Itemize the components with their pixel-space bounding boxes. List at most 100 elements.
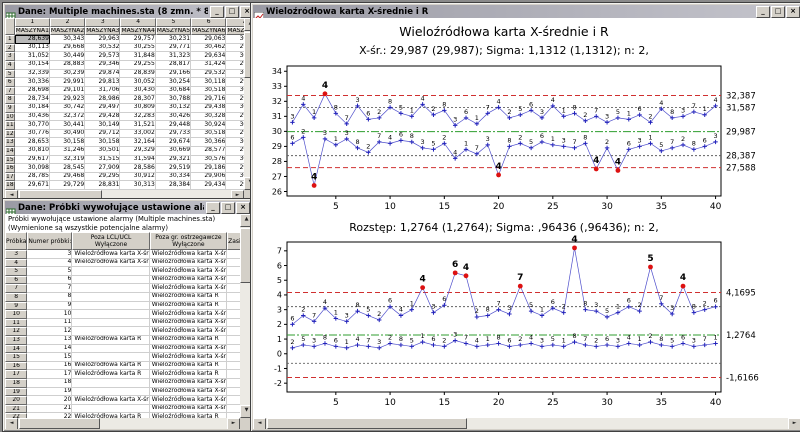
data-cell[interactable]: 30,776 [15,130,50,139]
scroll-left-button[interactable]: ◄ [5,418,18,429]
data-cell[interactable]: 28,545 [50,164,85,173]
column-index-header[interactable]: 2 [50,18,85,27]
data-cell[interactable]: 30,430 [120,87,155,96]
extra-cell[interactable] [227,284,240,293]
lcl-alarm-cell[interactable]: Wieloźródłowa karta R [72,370,149,379]
data-cell[interactable]: 30,436 [15,113,50,122]
warning-alarm-cell[interactable]: Wieloźródłowa karta X-śr [150,388,227,397]
extra-cell[interactable] [227,259,240,268]
data-cell[interactable]: 29,813 [85,78,120,87]
data-cell[interactable]: 28,577 [191,147,226,156]
alarms-column-header[interactable]: Poza gr. ostrzegawczeWyłączone [150,232,227,250]
row-number[interactable]: 1 [5,35,15,44]
data-cell[interactable]: 28,698 [15,87,50,96]
data-cell[interactable]: 30,255 [120,44,155,53]
data-cell[interactable]: 29,941 [226,130,244,139]
warning-alarm-cell[interactable]: Wieloźródłowa karta X-śr [150,319,227,328]
data-cell[interactable]: 28,986 [85,95,120,104]
data-cell[interactable]: 30,770 [15,121,50,130]
data-cell[interactable]: 29,255 [120,61,155,70]
extra-cell[interactable] [227,327,240,336]
data-cell[interactable]: 31,052 [15,52,50,61]
column-index-header[interactable]: 4 [120,18,155,27]
data-cell[interactable]: 29,991 [50,78,85,87]
extra-cell[interactable] [227,336,240,345]
sample-number-cell[interactable]: 6 [27,276,72,285]
data-cell[interactable]: 29,346 [85,61,120,70]
sheet-corner[interactable] [5,18,15,35]
row-number[interactable]: 19 [5,388,27,397]
row-number[interactable]: 7 [5,87,15,96]
data-cell[interactable]: 29,818 [226,113,244,122]
data-cell[interactable]: 29,712 [85,130,120,139]
data-cell[interactable]: 29,668 [50,44,85,53]
row-number[interactable]: 16 [5,164,15,173]
data-cell[interactable]: 30,274 [226,104,244,113]
data-cell[interactable]: 28,831 [85,181,120,190]
column-name-header[interactable]: MASZYNA1 [15,27,50,36]
sample-number-cell[interactable]: 18 [27,379,72,388]
extra-cell[interactable] [227,345,240,354]
data-cell[interactable]: 30,098 [15,164,50,173]
data-cell[interactable]: 29,350 [226,95,244,104]
column-index-header[interactable]: 3 [85,18,120,27]
titlebar-chart[interactable]: Wieloźródłowa karta X-średnie i R _ □ × [253,5,800,18]
data-cell[interactable]: 29,912 [226,181,244,190]
data-cell[interactable]: 30,328 [191,113,226,122]
lcl-alarm-cell[interactable]: Wieloźródłowa karta R [72,362,149,371]
row-number[interactable]: 17 [5,173,15,182]
data-cell[interactable]: 29,602 [226,78,244,87]
row-number[interactable]: 7 [5,284,27,293]
data-cell[interactable]: 29,874 [85,70,120,79]
data-cell[interactable]: 27,909 [85,164,120,173]
titlebar-alarms[interactable]: Dane: Próbki wywołujące ustawione alarmy… [5,201,251,214]
scrollbar-track[interactable] [266,418,788,429]
row-number[interactable]: 9 [5,302,27,311]
data-cell[interactable]: 28,883 [50,61,85,70]
data-cell[interactable]: 28,785 [15,173,50,182]
lcl-alarm-cell[interactable]: Wieloźródłowa karta X-śr [72,396,149,405]
scroll-right-button[interactable]: ► [788,418,800,429]
data-cell[interactable]: 29,923 [50,95,85,104]
data-cell[interactable]: 30,462 [191,44,226,53]
extra-cell[interactable] [227,267,240,276]
row-number[interactable]: 6 [5,276,27,285]
maximize-button[interactable]: □ [771,6,785,18]
lcl-alarm-cell[interactable] [72,276,149,285]
lcl-alarm-cell[interactable]: Wieloźródłowa karta R [72,336,149,345]
data-cell[interactable]: 28,817 [156,61,191,70]
extra-cell[interactable] [227,293,240,302]
lcl-alarm-cell[interactable] [72,310,149,319]
data-cell[interactable]: 32,372 [50,113,85,122]
column-name-header[interactable]: MASZYNA4 [120,27,155,36]
data-cell[interactable]: 29,573 [85,52,120,61]
row-number[interactable]: 10 [5,310,27,319]
maximize-button[interactable]: □ [221,202,235,214]
warning-alarm-cell[interactable]: Wieloźródłowa karta X-śr [150,396,227,405]
close-button[interactable]: × [236,202,250,214]
row-number[interactable]: 2 [5,44,15,53]
extra-cell[interactable] [227,379,240,388]
row-number[interactable]: 3 [5,250,27,259]
data-cell[interactable]: 28,734 [15,95,50,104]
data-cell[interactable]: 30,154 [15,61,50,70]
sample-number-cell[interactable]: 12 [27,327,72,336]
data-cell[interactable]: 29,321 [156,156,191,165]
warning-alarm-cell[interactable]: Wieloźródłowa karta X-śr [150,259,227,268]
sample-number-cell[interactable]: 19 [27,388,72,397]
lcl-alarm-cell[interactable] [72,284,149,293]
warning-alarm-cell[interactable]: Wieloźródłowa karta X-śr [150,353,227,362]
data-cell[interactable]: 31,848 [120,52,155,61]
row-number[interactable]: 17 [5,370,27,379]
sample-number-cell[interactable]: 5 [27,267,72,276]
data-cell[interactable]: 30,113 [15,44,50,53]
sample-number-cell[interactable]: 20 [27,396,72,405]
data-cell[interactable]: 30,132 [156,104,191,113]
data-cell[interactable]: 29,468 [50,173,85,182]
data-cell[interactable]: 30,231 [156,35,191,44]
data-cell[interactable]: 29,519 [156,164,191,173]
extra-cell[interactable] [227,310,240,319]
data-cell[interactable]: 30,205 [226,138,244,147]
data-cell[interactable]: 29,634 [191,52,226,61]
sample-number-cell[interactable]: 4 [27,259,72,268]
